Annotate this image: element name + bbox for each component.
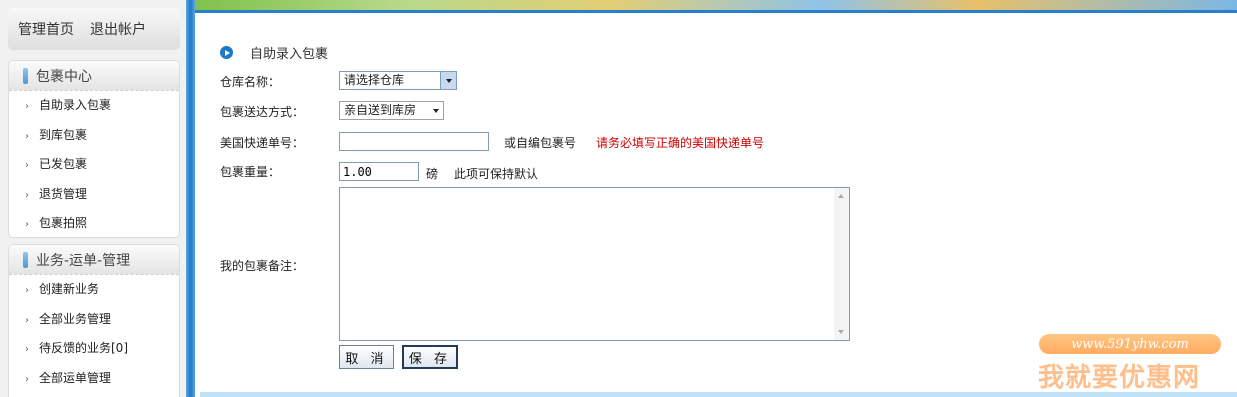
chevron-right-icon: ›	[25, 219, 29, 230]
section-marker-icon	[23, 67, 28, 84]
title-row: 自助录入包裹	[220, 43, 328, 62]
sidebar-item-pending-feedback[interactable]: › 待反馈的业务[0]	[9, 334, 179, 364]
sidebar-item-self-entry[interactable]: › 自助录入包裹	[9, 91, 179, 121]
chevron-right-icon: ›	[25, 314, 29, 326]
watermark-url: www.591yhw.com	[1039, 334, 1221, 354]
weight-input[interactable]	[339, 162, 419, 181]
section-title: 包裹中心	[36, 68, 92, 85]
sidebar-item-all-business[interactable]: › 全部业务管理	[9, 305, 179, 335]
sidebar: 管理首页 退出帐户 包裹中心 › 自助录入包裹 › 到库包裹 › 已发包裹 › 退货管理…	[0, 0, 186, 397]
warehouse-select-value: 请选择仓库	[344, 73, 405, 87]
sidebar-item-photos[interactable]: › 包裹拍照	[9, 209, 179, 239]
tracking-label: 美国快递单号：	[220, 136, 305, 150]
header-banner	[195, 0, 1237, 13]
chevron-down-icon	[440, 72, 456, 89]
cancel-button[interactable]: 取 消	[339, 345, 394, 369]
sidebar-item-shipped[interactable]: › 已发包裹	[9, 150, 179, 180]
tracking-warning: 请务必填写正确的美国快递单号	[596, 136, 765, 150]
delivery-label: 包裹送达方式：	[220, 105, 305, 119]
chevron-down-icon	[428, 102, 443, 119]
package-center-section: 包裹中心 › 自助录入包裹 › 到库包裹 › 已发包裹 › 退货管理 › 包裹拍照	[8, 60, 180, 238]
remark-label: 我的包裹备注：	[220, 259, 305, 273]
sidebar-item-all-waybills[interactable]: › 全部运单管理	[9, 364, 179, 394]
weight-hint: 此项可保持默认	[454, 167, 539, 181]
play-circle-icon	[220, 46, 233, 59]
business-section: 业务-运单-管理 › 创建新业务 › 全部业务管理 › 待反馈的业务[0] › 全部运单…	[8, 244, 180, 397]
watermark-text: 我就要优惠网	[1038, 363, 1201, 393]
chevron-right-icon: ›	[25, 344, 29, 355]
chevron-right-icon: ›	[25, 160, 29, 171]
home-link[interactable]: 管理首页	[18, 19, 74, 39]
custom-number-label: 或自编包裹号	[504, 136, 577, 150]
chevron-right-icon: ›	[25, 130, 29, 142]
chevron-right-icon: ›	[25, 373, 29, 385]
warehouse-select[interactable]: 请选择仓库	[339, 71, 457, 90]
warehouse-label: 仓库名称：	[220, 75, 281, 89]
delivery-select-value: 亲自送到库房	[344, 103, 417, 117]
sidebar-divider	[186, 0, 195, 397]
section-header: 包裹中心	[9, 61, 179, 91]
textarea-scrollbar[interactable]	[834, 188, 849, 340]
section-title: 业务-运单-管理	[36, 252, 131, 269]
top-nav: 管理首页 退出帐户	[8, 8, 180, 50]
remark-textarea[interactable]	[339, 187, 850, 341]
delivery-select[interactable]: 亲自送到库房	[339, 101, 444, 120]
section-marker-icon	[23, 251, 28, 268]
scroll-up-icon[interactable]	[838, 194, 844, 198]
weight-unit: 磅	[426, 167, 439, 181]
chevron-right-icon: ›	[25, 285, 29, 296]
page-title: 自助录入包裹	[250, 47, 329, 62]
scroll-down-icon[interactable]	[838, 330, 844, 334]
sidebar-item-create-business[interactable]: › 创建新业务	[9, 275, 179, 305]
chevron-right-icon: ›	[25, 189, 29, 201]
logout-link[interactable]: 退出帐户	[90, 19, 146, 39]
tracking-number-input[interactable]	[339, 132, 489, 151]
save-button[interactable]: 保 存	[402, 345, 458, 369]
sidebar-item-arrived[interactable]: › 到库包裹	[9, 121, 179, 151]
section-header: 业务-运单-管理	[9, 245, 179, 275]
chevron-right-icon: ›	[25, 101, 29, 112]
sidebar-item-returns[interactable]: › 退货管理	[9, 180, 179, 210]
weight-label: 包裹重量：	[220, 165, 281, 179]
